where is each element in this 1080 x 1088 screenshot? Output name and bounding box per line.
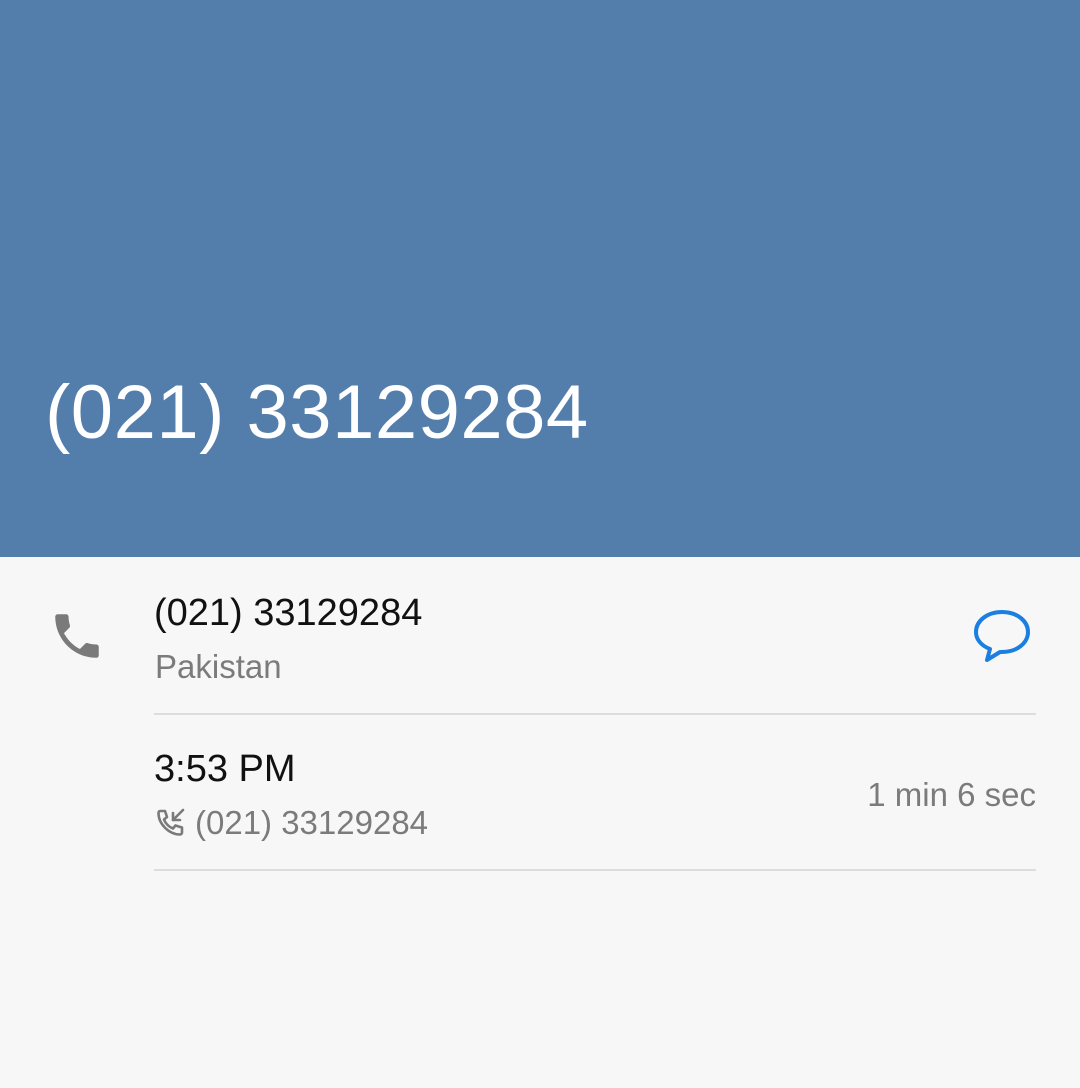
contact-country: Pakistan	[155, 648, 282, 685]
call-duration: 1 min 6 sec	[867, 776, 1036, 813]
call-time: 3:53 PM	[154, 748, 296, 790]
phone-number-row[interactable]: (021) 33129284 Pakistan	[0, 557, 1080, 714]
phone-icon[interactable]	[48, 607, 106, 665]
contact-number: (021) 33129284	[154, 592, 423, 634]
divider	[154, 869, 1036, 871]
chat-bubble-icon[interactable]	[970, 607, 1034, 665]
call-number: (021) 33129284	[195, 804, 429, 841]
call-log-entry[interactable]: 3:53 PM (021) 33129284 1 min 6 sec	[0, 715, 1080, 870]
incoming-call-icon	[155, 807, 187, 839]
contact-header: (021) 33129284	[0, 0, 1080, 557]
call-subline: (021) 33129284	[155, 801, 428, 845]
header-phone-number: (021) 33129284	[45, 370, 589, 455]
call-details-content: (021) 33129284 Pakistan 3:53 PM (021) 33…	[0, 557, 1080, 1088]
